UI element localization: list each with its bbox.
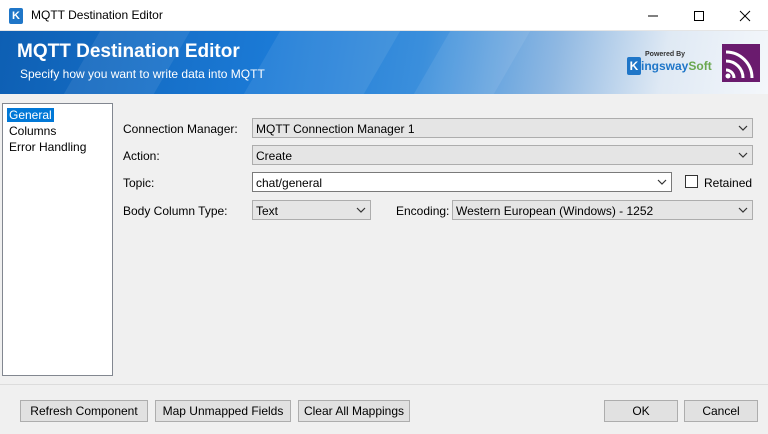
logo-name-main: ingsway bbox=[641, 59, 689, 73]
chevron-down-icon bbox=[738, 152, 748, 158]
navigation-tree: General Columns Error Handling bbox=[2, 103, 113, 376]
close-icon bbox=[739, 10, 751, 22]
topic-label: Topic: bbox=[123, 176, 155, 190]
maximize-button[interactable] bbox=[676, 0, 722, 31]
action-select[interactable]: Create bbox=[252, 145, 753, 165]
tree-item-general[interactable]: General bbox=[7, 108, 54, 122]
logo-name: ingswaySoft bbox=[641, 59, 712, 73]
footer-divider bbox=[0, 384, 768, 385]
mqtt-signal-icon bbox=[722, 44, 760, 82]
banner-facet bbox=[228, 31, 412, 94]
connection-manager-value: MQTT Connection Manager 1 bbox=[256, 122, 415, 136]
retained-label: Retained bbox=[704, 176, 753, 190]
chevron-down-icon bbox=[738, 207, 748, 213]
logo-name-suffix: Soft bbox=[688, 59, 712, 73]
connection-manager-select[interactable]: MQTT Connection Manager 1 bbox=[252, 118, 753, 138]
topic-combo-input[interactable]: chat/general bbox=[252, 172, 672, 192]
clear-all-mappings-button[interactable]: Clear All Mappings bbox=[298, 400, 410, 422]
topic-value: chat/general bbox=[256, 176, 323, 190]
connection-manager-label: Connection Manager: bbox=[123, 122, 238, 136]
body-column-type-value: Text bbox=[256, 204, 279, 218]
encoding-select[interactable]: Western European (Windows) - 1252 bbox=[452, 200, 753, 220]
body-column-type-select[interactable]: Text bbox=[252, 200, 371, 220]
ok-button[interactable]: OK bbox=[604, 400, 678, 422]
chevron-down-icon bbox=[356, 207, 366, 213]
cancel-button[interactable]: Cancel bbox=[684, 400, 758, 422]
kingswaysoft-logo: Powered By K ingswaySoft bbox=[627, 49, 719, 83]
chevron-down-icon bbox=[657, 179, 667, 185]
refresh-component-button[interactable]: Refresh Component bbox=[20, 400, 148, 422]
minimize-icon bbox=[648, 15, 658, 17]
maximize-icon bbox=[694, 11, 704, 21]
logo-k-icon: K bbox=[627, 57, 641, 75]
map-unmapped-fields-button[interactable]: Map Unmapped Fields bbox=[155, 400, 291, 422]
banner-subtitle: Specify how you want to write data into … bbox=[20, 67, 265, 81]
tree-item-columns[interactable]: Columns bbox=[7, 124, 58, 138]
action-value: Create bbox=[256, 149, 293, 163]
logo-powered-text: Powered By bbox=[645, 51, 686, 58]
banner-facet bbox=[404, 31, 536, 94]
tree-item-error-handling[interactable]: Error Handling bbox=[7, 140, 88, 154]
title-bar: K MQTT Destination Editor bbox=[0, 0, 768, 31]
kingsway-app-icon: K bbox=[9, 8, 23, 24]
retained-checkbox[interactable] bbox=[685, 175, 698, 188]
close-button[interactable] bbox=[722, 0, 768, 31]
window-title: MQTT Destination Editor bbox=[31, 8, 163, 22]
header-banner: MQTT Destination Editor Specify how you … bbox=[0, 31, 768, 94]
banner-title: MQTT Destination Editor bbox=[17, 41, 240, 62]
action-label: Action: bbox=[123, 149, 160, 163]
body-column-type-label: Body Column Type: bbox=[123, 204, 228, 218]
minimize-button[interactable] bbox=[630, 0, 676, 31]
encoding-value: Western European (Windows) - 1252 bbox=[456, 204, 654, 218]
encoding-label: Encoding: bbox=[396, 204, 450, 218]
chevron-down-icon bbox=[738, 125, 748, 131]
